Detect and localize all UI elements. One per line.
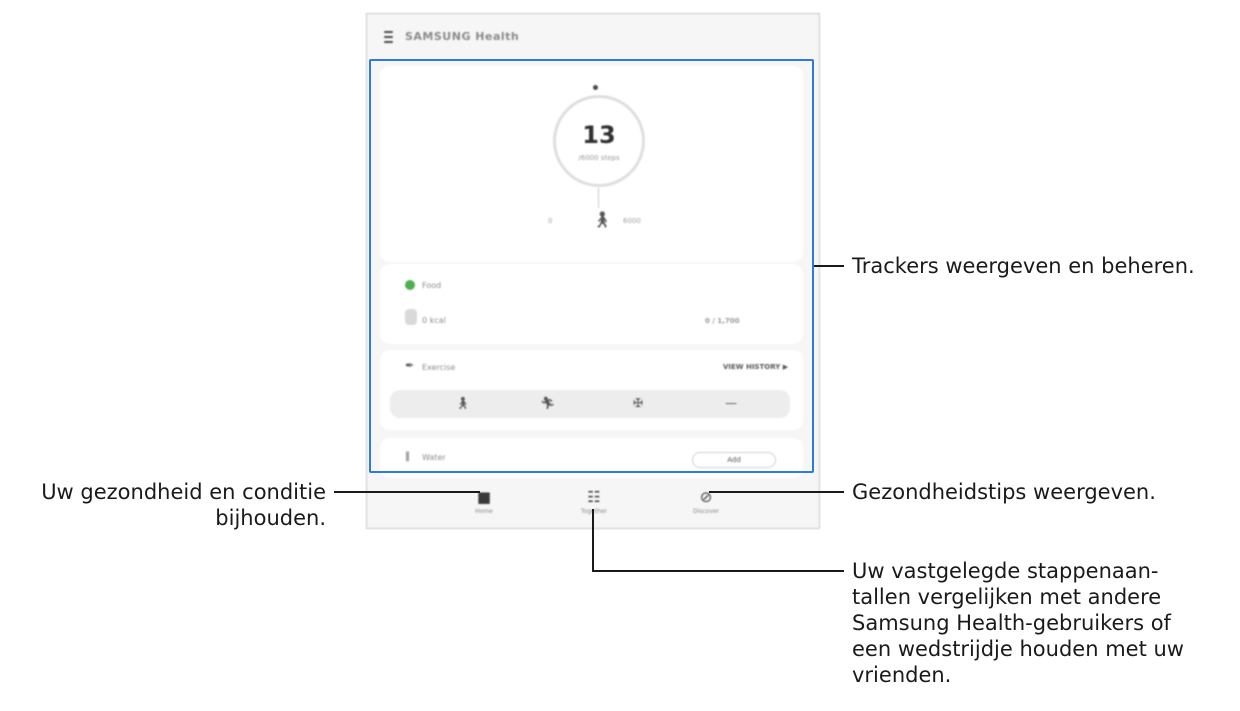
compare-callout-line2: tallen vergelijken met andere — [852, 585, 1162, 609]
trackers-highlight-box — [369, 59, 814, 473]
health-callout-line — [334, 491, 480, 493]
compare-callout-line-horizontal — [592, 570, 844, 572]
app-title: SAMSUNG Health — [405, 30, 520, 43]
compare-callout-line1: Uw vastgelegde stappenaan- — [852, 559, 1159, 583]
nav-home-label: Home — [475, 508, 493, 515]
tips-callout: Gezondheidstips weergeven. — [852, 480, 1156, 504]
menu-icon[interactable] — [384, 31, 393, 43]
health-callout-line1: Uw gezondheid en conditie — [41, 480, 326, 504]
health-callout: Uw gezondheid en conditie bijhouden. — [0, 479, 326, 531]
compare-callout-line3: Samsung Health-gebruikers of — [852, 611, 1171, 635]
compare-callout-line5: vrienden. — [852, 663, 952, 687]
compare-callout-line4: een wedstrijdje houden met uw — [852, 637, 1184, 661]
nav-together[interactable]: ☷ Together — [564, 488, 624, 515]
nav-discover-label: Discover — [692, 508, 720, 515]
trackers-callout-line — [814, 265, 844, 267]
people-icon: ☷ — [587, 488, 601, 506]
compare-callout: Uw vastgelegde stappenaan- tallen vergel… — [852, 558, 1184, 688]
app-bar: SAMSUNG Health — [367, 14, 819, 60]
compare-callout-line-vertical — [592, 509, 594, 572]
trackers-callout: Trackers weergeven en beheren. — [852, 254, 1195, 278]
tips-callout-line — [709, 491, 844, 493]
nav-together-label: Together — [564, 508, 624, 515]
health-callout-line2: bijhouden. — [215, 506, 326, 530]
